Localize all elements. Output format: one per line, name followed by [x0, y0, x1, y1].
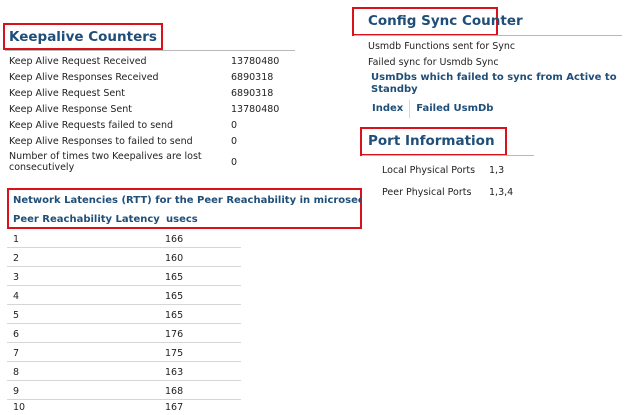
- latency-value: 167: [165, 402, 184, 413]
- latency-index: 7: [13, 348, 20, 359]
- table-row: 6 176: [7, 326, 241, 343]
- table-row: 3 165: [7, 269, 241, 286]
- latency-value: 175: [165, 348, 184, 359]
- keepalive-row-value: 13780480: [231, 56, 280, 67]
- table-row: 7 175: [7, 345, 241, 362]
- keepalive-row-label: Keep Alive Request Sent: [9, 88, 125, 99]
- usmdb-sent-label: Usmdb Functions sent for Sync: [368, 41, 516, 52]
- latency-value: 168: [165, 386, 184, 397]
- latency-column-header: Peer Reachability Latency: [13, 214, 160, 225]
- usmdb-failed-label: Failed sync for Usmdb Sync: [368, 57, 499, 68]
- latency-title: Network Latencies (RTT) for the Peer Rea…: [13, 195, 361, 206]
- latency-index: 4: [13, 291, 20, 302]
- keepalive-row: Keep Alive Requests failed to send 0: [9, 120, 289, 131]
- keepalive-row: Number of times two Keepalives are lost …: [9, 151, 289, 173]
- port-info-divider: [362, 155, 534, 156]
- local-ports-row: Local Physical Ports 1,3: [382, 165, 504, 176]
- keepalive-row-value: 13780480: [231, 104, 280, 115]
- latency-value: 165: [165, 272, 184, 283]
- keepalive-title: Keepalive Counters: [9, 29, 157, 45]
- keepalive-row: Keep Alive Request Sent 6890318: [9, 88, 289, 99]
- keepalive-row-label: Keep Alive Responses Received: [9, 72, 159, 83]
- keepalive-row-label: Number of times two Keepalives are lost …: [9, 151, 202, 173]
- local-ports-label: Local Physical Ports: [382, 165, 476, 176]
- keepalive-row-value: 0: [231, 156, 238, 168]
- keepalive-row-value: 0: [231, 136, 238, 147]
- failed-usmdb-table-header: Index Failed UsmDb: [366, 100, 499, 118]
- config-sync-title: Config Sync Counter: [368, 13, 523, 29]
- keepalive-row-label: Keep Alive Request Received: [9, 56, 147, 67]
- table-row: 10 167: [7, 399, 241, 415]
- local-ports-value: 1,3: [489, 165, 505, 176]
- latency-value: 165: [165, 310, 184, 321]
- latency-index: 6: [13, 329, 20, 340]
- table-row: 9 168: [7, 383, 241, 400]
- peer-ports-value: 1,3,4: [489, 187, 514, 198]
- config-sync-divider: [354, 35, 622, 36]
- latency-index: 3: [13, 272, 20, 283]
- table-row: 4 165: [7, 288, 241, 305]
- keepalive-row: Keep Alive Responses Received 6890318: [9, 72, 289, 83]
- table-row: 1 166: [7, 231, 241, 248]
- port-info-title: Port Information: [368, 133, 495, 149]
- keepalive-row: Keep Alive Response Sent 13780480: [9, 104, 289, 115]
- latency-index: 1: [13, 234, 20, 245]
- failed-usmdb-header: UsmDbs which failed to sync from Active …: [371, 72, 617, 95]
- latency-value: 160: [165, 253, 184, 264]
- table-row: 8 163: [7, 364, 241, 381]
- peer-ports-label: Peer Physical Ports: [382, 187, 472, 198]
- latency-value: 166: [165, 234, 184, 245]
- keepalive-divider: [5, 50, 295, 51]
- index-column-header: Index: [366, 100, 411, 118]
- usecs-column-header: usecs: [166, 214, 198, 225]
- keepalive-row: Keep Alive Request Received 13780480: [9, 56, 289, 67]
- keepalive-row: Keep Alive Responses to failed to send 0: [9, 136, 289, 147]
- latency-index: 5: [13, 310, 20, 321]
- failed-usmdb-column-header: Failed UsmDb: [416, 103, 494, 114]
- table-row: 2 160: [7, 250, 241, 267]
- peer-ports-row: Peer Physical Ports 1,3,4: [382, 187, 513, 198]
- keepalive-row-value: 0: [231, 120, 238, 131]
- latency-value: 163: [165, 367, 184, 378]
- keepalive-row-value: 6890318: [231, 72, 274, 83]
- latency-value: 176: [165, 329, 184, 340]
- latency-index: 8: [13, 367, 20, 378]
- latency-value: 165: [165, 291, 184, 302]
- latency-index: 9: [13, 386, 20, 397]
- keepalive-row-label: Keep Alive Response Sent: [9, 104, 133, 115]
- latency-index: 10: [13, 402, 26, 413]
- table-row: 5 165: [7, 307, 241, 324]
- keepalive-row-value: 6890318: [231, 88, 274, 99]
- keepalive-row-label: Keep Alive Requests failed to send: [9, 120, 174, 131]
- latency-index: 2: [13, 253, 20, 264]
- keepalive-row-label: Keep Alive Responses to failed to send: [9, 136, 193, 147]
